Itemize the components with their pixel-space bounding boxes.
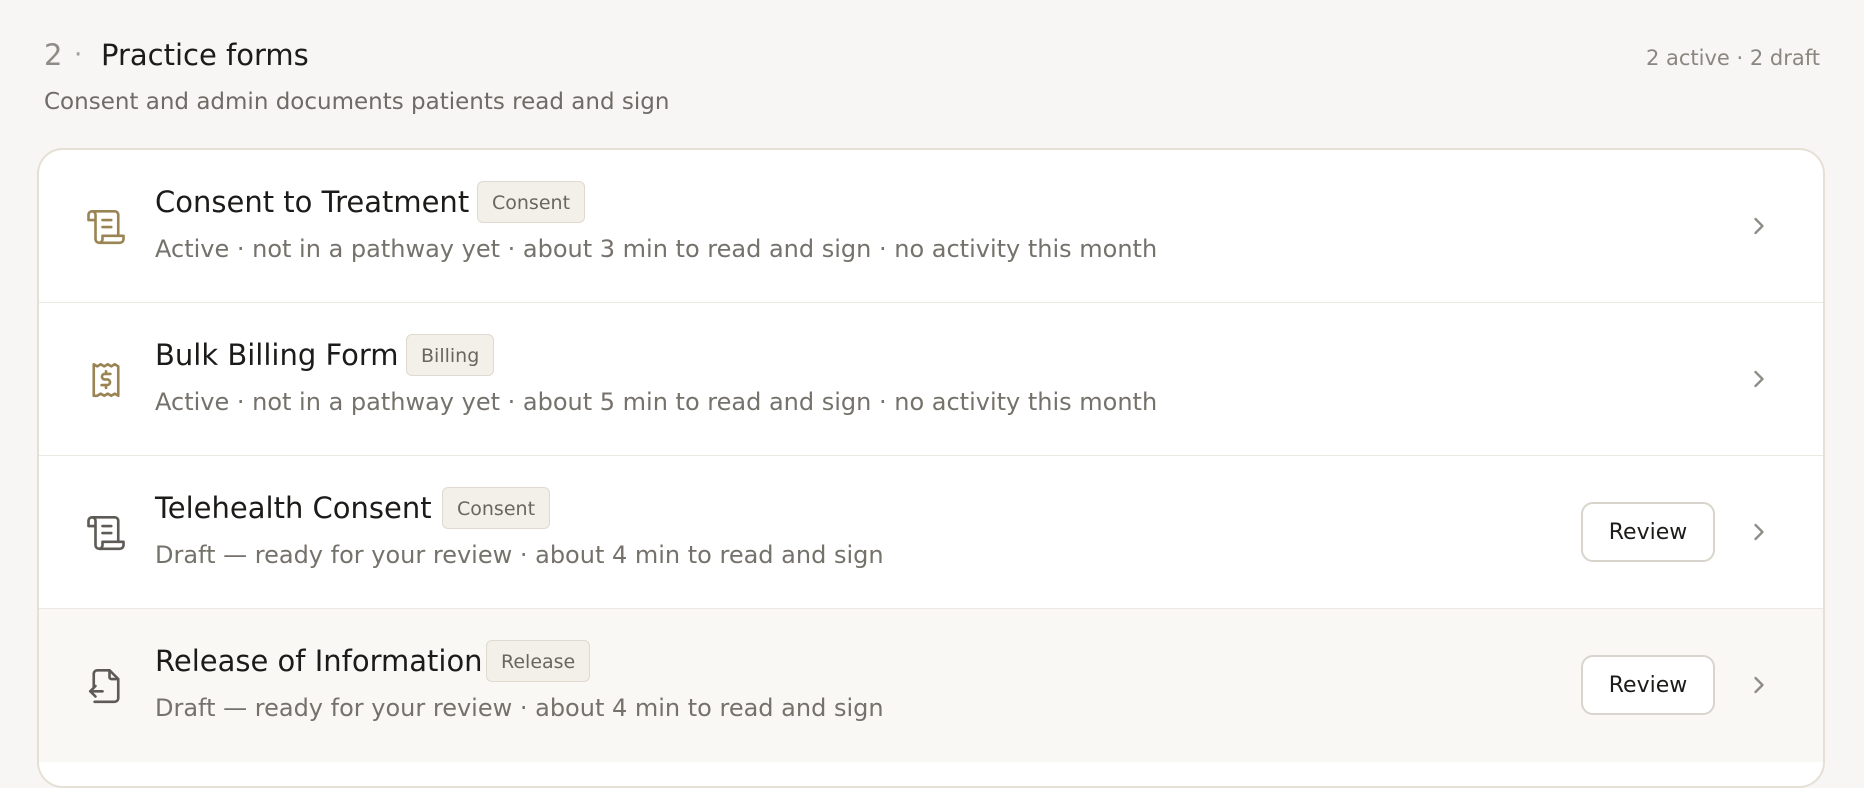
section-header: 2 · Practice forms 2 active · 2 draft: [44, 34, 1820, 74]
category-badge: Consent: [477, 181, 586, 223]
chevron-right-icon[interactable]: [1745, 518, 1773, 546]
section-number: 2: [44, 38, 63, 72]
section-subtitle: Consent and admin documents patients rea…: [44, 89, 670, 115]
chevron-right-icon[interactable]: [1745, 212, 1773, 240]
section-title: Practice forms: [101, 38, 309, 72]
form-meta: Draft — ready for your review · about 4 …: [155, 694, 884, 722]
form-title: Release of Information: [155, 644, 483, 678]
scroll-icon: [85, 206, 127, 248]
category-badge: Consent: [442, 487, 551, 529]
form-meta: Active · not in a pathway yet · about 3 …: [155, 235, 1158, 263]
form-meta: Draft — ready for your review · about 4 …: [155, 541, 884, 569]
section-status-summary: 2 active · 2 draft: [1645, 46, 1820, 70]
review-button[interactable]: Review: [1581, 502, 1715, 562]
form-row-release-of-information[interactable]: Release of Information Release Draft — r…: [39, 609, 1823, 762]
form-row-consent-to-treatment[interactable]: Consent to Treatment Consent Active · no…: [39, 150, 1823, 303]
review-button[interactable]: Review: [1581, 655, 1715, 715]
chevron-right-icon[interactable]: [1745, 671, 1773, 699]
category-badge: Billing: [406, 334, 495, 376]
receipt-dollar-icon: [85, 359, 127, 401]
form-title: Consent to Treatment: [155, 185, 470, 219]
form-meta: Active · not in a pathway yet · about 5 …: [155, 388, 1158, 416]
form-title: Telehealth Consent: [155, 491, 432, 525]
form-row-bulk-billing[interactable]: Bulk Billing Form Billing Active · not i…: [39, 303, 1823, 456]
category-badge: Release: [486, 640, 591, 682]
forms-list: Consent to Treatment Consent Active · no…: [37, 148, 1825, 788]
scroll-icon: [85, 512, 127, 554]
section-separator: ·: [74, 40, 83, 70]
chevron-right-icon[interactable]: [1745, 365, 1773, 393]
form-title: Bulk Billing Form: [155, 338, 399, 372]
file-export-icon: [85, 665, 127, 707]
form-row-telehealth-consent[interactable]: Telehealth Consent Consent Draft — ready…: [39, 456, 1823, 609]
